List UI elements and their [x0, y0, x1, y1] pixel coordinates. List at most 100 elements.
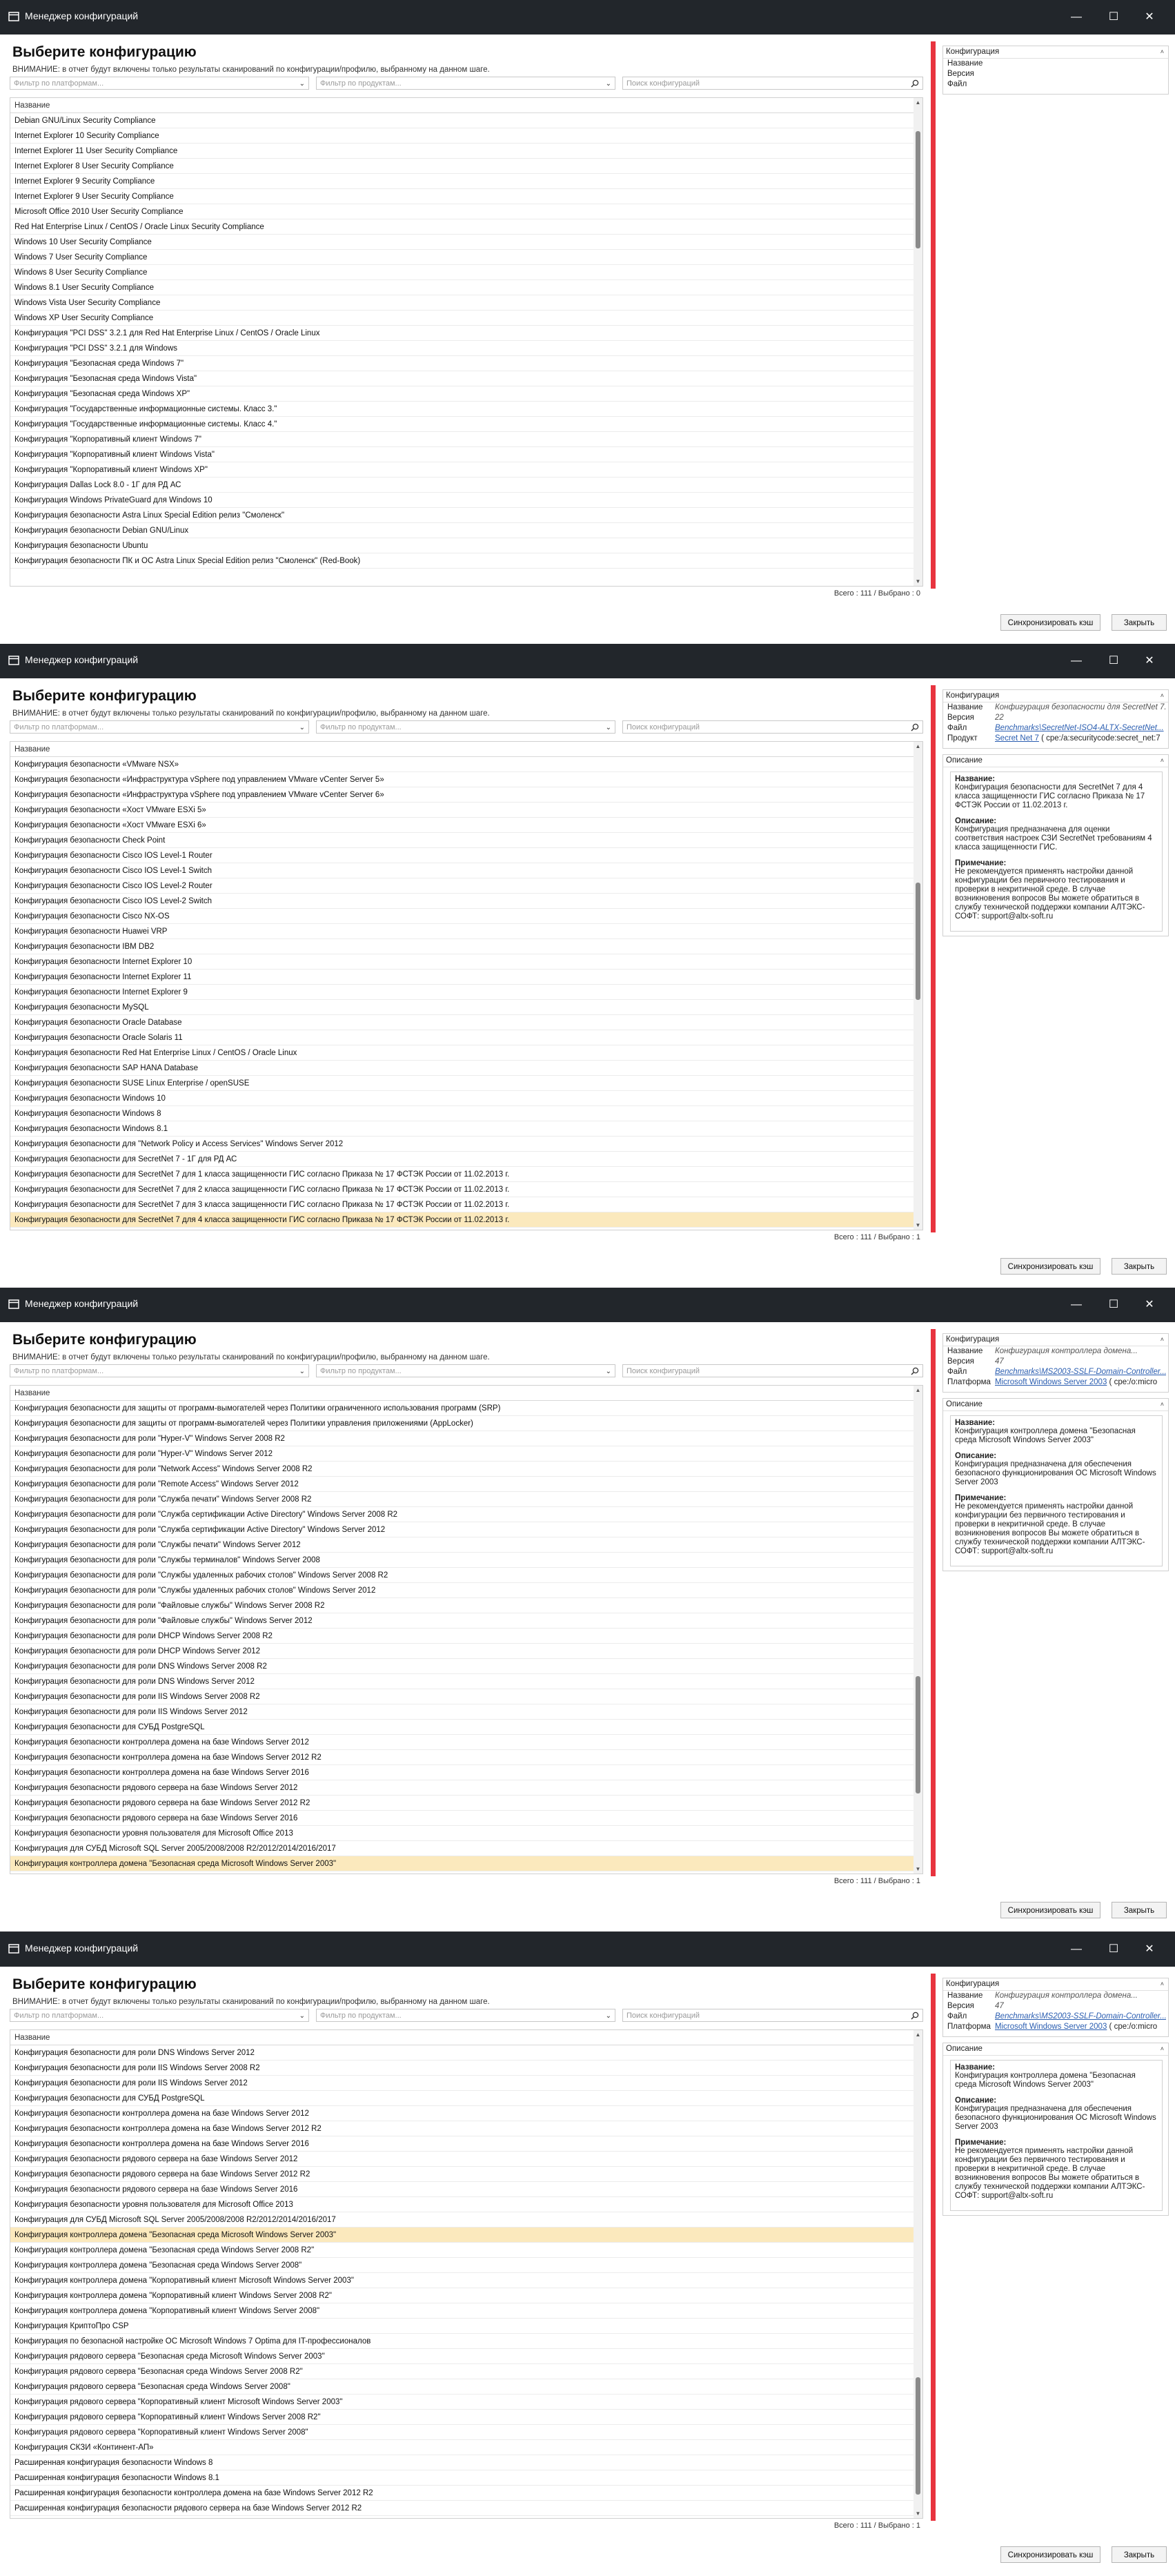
close-icon[interactable]: ✕	[1134, 0, 1165, 35]
list-item[interactable]: Конфигурация безопасности SAP HANA Datab…	[10, 1061, 914, 1076]
maximize-icon[interactable]: ☐	[1098, 1932, 1129, 1967]
list-item[interactable]: Конфигурация безопасности контроллера до…	[10, 2106, 914, 2121]
minimize-icon[interactable]: —	[1060, 644, 1092, 678]
list-item[interactable]: Конфигурация безопасности Ubuntu	[10, 538, 914, 553]
list-item[interactable]: Internet Explorer 9 Security Compliance	[10, 174, 914, 189]
list-item[interactable]: Конфигурация безопасности Windows 8.1	[10, 1121, 914, 1137]
list-item[interactable]: Конфигурация безопасности контроллера до…	[10, 1765, 914, 1780]
list-item[interactable]: Конфигурация безопасности ПК и ОС Astra …	[10, 553, 914, 569]
maximize-icon[interactable]: ☐	[1098, 1288, 1129, 1322]
info-file-link[interactable]: Benchmarks\MS2003-SSLF-Domain-Controller…	[995, 1367, 1166, 1377]
list-item[interactable]: Конфигурация безопасности для роли IIS W…	[10, 1704, 914, 1720]
list-item[interactable]: Конфигурация "Корпоративный клиент Windo…	[10, 447, 914, 462]
list-item[interactable]: Конфигурация безопасности для роли DNS W…	[10, 1674, 914, 1689]
list-item[interactable]: Расширенная конфигурация безопасности Wi…	[10, 2455, 914, 2470]
list-item[interactable]: Windows 7 User Security Compliance	[10, 250, 914, 265]
list-item[interactable]: Конфигурация безопасности Oracle Databas…	[10, 1015, 914, 1030]
close-icon[interactable]: ✕	[1134, 1288, 1165, 1322]
platform-filter-select[interactable]: Фильтр по платформам... ⌄	[10, 720, 309, 734]
list-item[interactable]: Конфигурация безопасности Oracle Solaris…	[10, 1030, 914, 1045]
chevron-up-icon[interactable]: ˄	[1161, 1978, 1164, 1990]
product-filter-select[interactable]: Фильтр по продуктам... ⌄	[316, 720, 615, 734]
list-item[interactable]: Конфигурация безопасности рядового серве…	[10, 2182, 914, 2197]
list-item[interactable]: Windows 8 User Security Compliance	[10, 265, 914, 280]
scroll-down-icon[interactable]: ▼	[914, 578, 922, 584]
maximize-icon[interactable]: ☐	[1098, 644, 1129, 678]
list-item[interactable]: Конфигурация безопасности «Инфраструктур…	[10, 772, 914, 787]
list-item[interactable]: Конфигурация безопасности для роли "Файл…	[10, 1598, 914, 1613]
list-item[interactable]: Конфигурация безопасности для защиты от …	[10, 1401, 914, 1416]
description-header[interactable]: Описание ˄	[943, 2043, 1168, 2056]
list-item[interactable]: Конфигурация КриптоПро CSP	[10, 2319, 914, 2334]
list-item[interactable]: Конфигурация безопасности Cisco IOS Leve…	[10, 878, 914, 894]
list-item[interactable]: Конфигурация безопасности для роли DNS W…	[10, 1659, 914, 1674]
list-item[interactable]: Конфигурация безопасности Internet Explo…	[10, 954, 914, 970]
list-item-selected[interactable]: Конфигурация безопасности для SecretNet …	[10, 1212, 914, 1228]
chevron-up-icon[interactable]: ˄	[1161, 1399, 1164, 1410]
vertical-scrollbar[interactable]: ▲ ▼	[914, 2030, 922, 2518]
list-item[interactable]: Конфигурация безопасности для роли "Файл…	[10, 1613, 914, 1629]
scroll-up-icon[interactable]: ▲	[914, 2032, 922, 2038]
chevron-up-icon[interactable]: ˄	[1161, 1334, 1164, 1346]
chevron-up-icon[interactable]: ˄	[1161, 690, 1164, 702]
list-item[interactable]: Конфигурация для СУБД Microsoft SQL Serv…	[10, 1841, 914, 1856]
list-item[interactable]: Конфигурация контроллера домена "Безопас…	[10, 2258, 914, 2273]
description-header[interactable]: Описание ˄	[943, 755, 1168, 767]
info-file-link[interactable]: Benchmarks\MS2003-SSLF-Domain-Controller…	[995, 2012, 1166, 2022]
list-item[interactable]: Конфигурация безопасности «VMware NSX»	[10, 757, 914, 772]
product-filter-select[interactable]: Фильтр по продуктам... ⌄	[316, 2009, 615, 2022]
list-item[interactable]: Конфигурация безопасности Debian GNU/Lin…	[10, 523, 914, 538]
scroll-up-icon[interactable]: ▲	[914, 743, 922, 749]
list-item[interactable]: Конфигурация безопасности контроллера до…	[10, 2136, 914, 2152]
list-item[interactable]: Конфигурация безопасности рядового серве…	[10, 1780, 914, 1796]
sync-cache-button[interactable]: Синхронизировать кэш	[1000, 1902, 1100, 1918]
close-icon[interactable]: ✕	[1134, 1932, 1165, 1967]
list-item[interactable]: Конфигурация безопасности для роли "Служ…	[10, 1553, 914, 1568]
list-item[interactable]: Конфигурация безопасности для роли IIS W…	[10, 1689, 914, 1704]
list-item[interactable]: Конфигурация безопасности Red Hat Enterp…	[10, 1045, 914, 1061]
product-filter-select[interactable]: Фильтр по продуктам... ⌄	[316, 77, 615, 90]
column-header-name[interactable]: Название	[10, 98, 914, 113]
list-item[interactable]: Конфигурация безопасности рядового серве…	[10, 2152, 914, 2167]
list-item[interactable]: Расширенная конфигурация безопасности ко…	[10, 2486, 914, 2501]
list-item[interactable]: Конфигурация контроллера домена "Безопас…	[10, 2243, 914, 2258]
platform-filter-select[interactable]: Фильтр по платформам... ⌄	[10, 1364, 309, 1377]
chevron-up-icon[interactable]: ˄	[1161, 2043, 1164, 2055]
platform-filter-select[interactable]: Фильтр по платформам... ⌄	[10, 2009, 309, 2022]
list-item[interactable]: Windows 8.1 User Security Compliance	[10, 280, 914, 295]
chevron-up-icon[interactable]: ˄	[1161, 755, 1164, 767]
configuration-info-header[interactable]: Конфигурация ˄	[943, 1978, 1168, 1991]
list-item[interactable]: Конфигурация безопасности уровня пользов…	[10, 2197, 914, 2212]
list-item[interactable]: Конфигурация безопасности уровня пользов…	[10, 1826, 914, 1841]
list-item[interactable]: Конфигурация безопасности для СУБД Postg…	[10, 2091, 914, 2106]
list-item[interactable]: Конфигурация безопасности Check Point	[10, 833, 914, 848]
list-item[interactable]: Конфигурация безопасности рядового серве…	[10, 1796, 914, 1811]
list-item[interactable]: Конфигурация контроллера домена "Корпора…	[10, 2303, 914, 2319]
list-item[interactable]: Конфигурация безопасности Cisco IOS Leve…	[10, 894, 914, 909]
list-item[interactable]: Конфигурация безопасности Cisco IOS Leve…	[10, 863, 914, 878]
list-item[interactable]: Конфигурация безопасности контроллера до…	[10, 1735, 914, 1750]
list-item[interactable]: Internet Explorer 9 User Security Compli…	[10, 189, 914, 204]
list-item[interactable]: Конфигурация безопасности для SecretNet …	[10, 1182, 914, 1197]
list-item[interactable]: Internet Explorer 11 User Security Compl…	[10, 144, 914, 159]
list-item[interactable]: Windows Vista User Security Compliance	[10, 295, 914, 311]
list-item[interactable]: Конфигурация по безопасной настройке ОС …	[10, 2334, 914, 2349]
list-item[interactable]: Конфигурация безопасности Internet Explo…	[10, 985, 914, 1000]
configuration-info-header[interactable]: Конфигурация ˄	[943, 46, 1168, 59]
product-filter-select[interactable]: Фильтр по продуктам... ⌄	[316, 1364, 615, 1377]
list-item[interactable]: Internet Explorer 8 User Security Compli…	[10, 159, 914, 174]
chevron-up-icon[interactable]: ˄	[1161, 46, 1164, 58]
close-icon[interactable]: ✕	[1134, 644, 1165, 678]
list-item[interactable]: Конфигурация СКЗИ «Континент-АП»	[10, 2440, 914, 2455]
info-row4-link[interactable]: Microsoft Windows Server 2003	[995, 1378, 1107, 1386]
configuration-info-header[interactable]: Конфигурация ˄	[943, 1334, 1168, 1346]
column-header-name[interactable]: Название	[10, 1386, 914, 1401]
search-input[interactable]: Поиск конфигураций	[622, 720, 923, 734]
sync-cache-button[interactable]: Синхронизировать кэш	[1000, 2546, 1100, 2563]
vertical-scrollbar[interactable]: ▲ ▼	[914, 1386, 922, 1874]
list-item[interactable]: Конфигурация безопасности MySQL	[10, 1000, 914, 1015]
list-item[interactable]: Конфигурация безопасности рядового серве…	[10, 1811, 914, 1826]
list-item[interactable]: Windows 10 User Security Compliance	[10, 235, 914, 250]
list-item[interactable]: Конфигурация безопасности для роли "Служ…	[10, 1492, 914, 1507]
list-item[interactable]: Конфигурация безопасности для SecretNet …	[10, 1197, 914, 1212]
